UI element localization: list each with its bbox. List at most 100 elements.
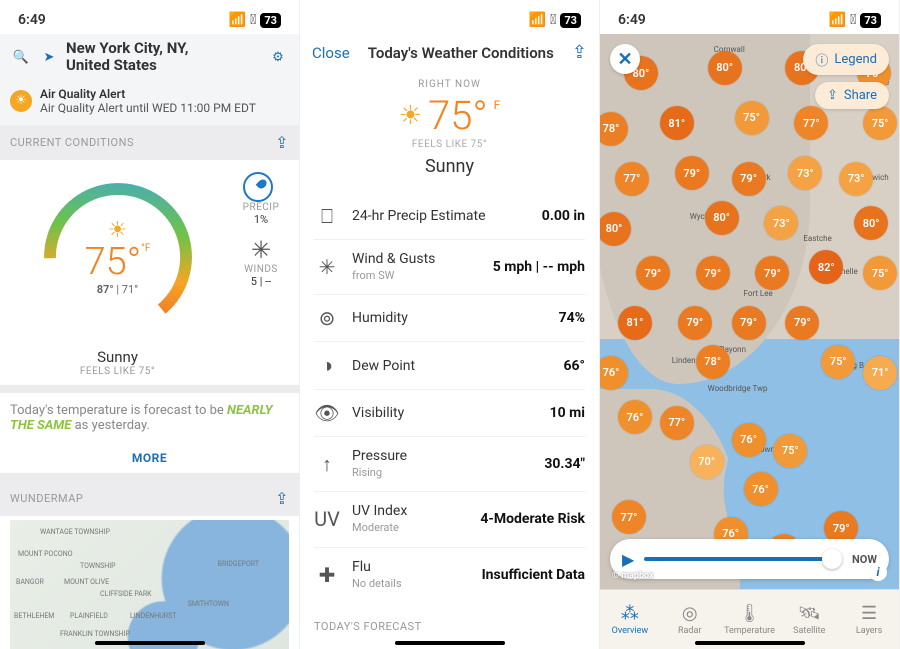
condition-name: Sunny bbox=[10, 348, 225, 366]
temperature-bubble[interactable]: 76° bbox=[744, 472, 778, 506]
right-now-label: RIGHT NOW bbox=[300, 79, 599, 90]
compass-icon: ✳︎ bbox=[244, 236, 278, 264]
tab-label: Overview bbox=[612, 626, 648, 636]
feels-like: FEELS LIKE 75° bbox=[10, 366, 225, 377]
wifi-icon: 􀙇 bbox=[850, 12, 856, 28]
detail-row-precip[interactable]: ⎕24-hr Precip Estimate0.00 in bbox=[314, 193, 585, 240]
detail-label: Visibility bbox=[352, 405, 538, 421]
precip-value: 1% bbox=[243, 213, 280, 226]
legend-button[interactable]: ⓘ Legend bbox=[803, 44, 889, 75]
detail-value: 0.00 in bbox=[542, 208, 585, 224]
winds-value: 5 | -- bbox=[244, 275, 278, 288]
today-forecast-header: TODAY'S FORECAST bbox=[300, 606, 599, 633]
temperature-bubble[interactable]: 77° bbox=[660, 406, 694, 440]
alert-title: Air Quality Alert bbox=[40, 87, 256, 101]
sun-icon: ☀ bbox=[108, 218, 128, 243]
temperature-bubble[interactable]: 79° bbox=[732, 306, 766, 340]
temperature-bubble[interactable]: 77° bbox=[615, 162, 649, 196]
detail-label: 24-hr Precip Estimate bbox=[352, 208, 530, 224]
signal-icon: 📶 bbox=[829, 12, 846, 28]
map-town-label: Fort Lee bbox=[744, 289, 773, 298]
detail-row-dewpoint[interactable]: ◑Dew Point66° bbox=[314, 342, 585, 390]
temperature-bubble[interactable]: 79° bbox=[732, 162, 766, 196]
temperature-bubble[interactable]: 81° bbox=[660, 106, 694, 140]
status-bar: 6:49 📶 􀙇 73 bbox=[0, 0, 299, 34]
temperature-bubble[interactable]: 75° bbox=[863, 106, 897, 140]
locate-icon[interactable]: ➤ bbox=[38, 50, 60, 65]
close-button[interactable]: ✕ bbox=[610, 44, 640, 74]
location-line2: United States bbox=[66, 57, 261, 74]
note-pre: Today's temperature is forecast to be bbox=[10, 403, 227, 418]
battery-icon: 73 bbox=[260, 13, 281, 28]
temperature-bubble[interactable]: 80° bbox=[600, 212, 631, 246]
detail-value: 5 mph | -- mph bbox=[493, 259, 585, 275]
temperature-bubble[interactable]: 75° bbox=[735, 101, 769, 135]
low-value: 71° bbox=[122, 283, 138, 296]
temperature-bubble[interactable]: 77° bbox=[612, 500, 646, 534]
uv-icon: UV bbox=[314, 507, 340, 531]
temperature-bubble[interactable]: 76° bbox=[732, 423, 766, 457]
temperature-icon: 🌡 bbox=[739, 604, 759, 624]
search-icon[interactable]: 🔍 bbox=[10, 50, 32, 65]
temperature-gauge: ☀ 75° °F 87° | 71° Sunny FEELS LIKE 75° bbox=[10, 172, 225, 377]
tab-overview[interactable]: ⁂Overview bbox=[600, 590, 660, 649]
detail-row-pressure[interactable]: ↑PressureRising30.34" bbox=[314, 437, 585, 492]
detail-list: ⎕24-hr Precip Estimate0.00 in✳︎Wind & Gu… bbox=[300, 189, 599, 606]
scrubber-knob[interactable] bbox=[822, 549, 842, 569]
share-icon[interactable]: ⇪ bbox=[275, 489, 289, 508]
alert-icon: ☀ bbox=[10, 90, 32, 112]
home-indicator[interactable] bbox=[95, 641, 205, 645]
temperature-bubble[interactable]: 75° bbox=[821, 345, 855, 379]
current-conditions-body[interactable]: ☀ 75° °F 87° | 71° Sunny FEELS LIKE 75° … bbox=[0, 160, 299, 385]
tab-layers[interactable]: ☰ Layers bbox=[839, 590, 899, 649]
temperature-bubble[interactable]: 71° bbox=[863, 356, 897, 390]
layers-icon: ☰ bbox=[859, 604, 879, 624]
detail-row-wind[interactable]: ✳︎Wind & Gustsfrom SW5 mph | -- mph bbox=[314, 240, 585, 295]
info-button[interactable]: i bbox=[869, 563, 887, 581]
temperature-bubble[interactable]: 80° bbox=[705, 201, 739, 235]
temperature-bubble[interactable]: 79° bbox=[678, 306, 712, 340]
settings-icon[interactable]: ⚙︎ bbox=[267, 50, 289, 65]
temperature-bubble[interactable]: 73° bbox=[839, 162, 873, 196]
temperature-bubble[interactable]: 79° bbox=[636, 256, 670, 290]
home-indicator[interactable] bbox=[695, 641, 805, 645]
detail-row-humidity[interactable]: ⊚Humidity74% bbox=[314, 295, 585, 342]
condition-name: Sunny bbox=[300, 156, 599, 177]
share-icon[interactable]: ⇪ bbox=[275, 133, 289, 152]
temperature-bubble[interactable]: 80° bbox=[708, 51, 742, 85]
signal-icon: 📶 bbox=[529, 12, 546, 28]
detail-row-uv[interactable]: UVUV IndexModerate4-Moderate Risk bbox=[314, 492, 585, 547]
detail-row-flu[interactable]: ✚FluNo detailsInsufficient Data bbox=[314, 548, 585, 602]
map-canvas[interactable]: CornwallRidgeNewarkGreenwichWyckDobbsEas… bbox=[600, 34, 899, 589]
tab-label: Layers bbox=[856, 626, 882, 636]
status-time: 6:49 bbox=[18, 12, 46, 28]
more-button[interactable]: MORE bbox=[0, 443, 299, 473]
winds-mini[interactable]: ✳︎ WINDS 5 | -- bbox=[244, 236, 278, 288]
play-icon[interactable]: ▶ bbox=[622, 550, 634, 569]
scrubber-track[interactable] bbox=[644, 557, 842, 561]
temperature-bubble[interactable]: 79° bbox=[675, 156, 709, 190]
home-indicator[interactable] bbox=[395, 641, 505, 645]
temperature-bubble[interactable]: 70° bbox=[690, 445, 724, 479]
precip-mini[interactable]: PRECIP 1% bbox=[243, 172, 280, 226]
temperature-bubble[interactable]: 78° bbox=[696, 345, 730, 379]
close-button[interactable]: Close bbox=[312, 44, 350, 62]
temperature-bubble[interactable]: 75° bbox=[773, 434, 807, 468]
share-button[interactable]: ⇪ Share bbox=[815, 82, 889, 109]
wundermap-thumbnail[interactable]: Wantage Township Mount Pocono Township B… bbox=[10, 520, 289, 649]
feels-like: FEELS LIKE 75° bbox=[300, 139, 599, 150]
humidity-icon: ⊚ bbox=[314, 306, 340, 330]
location-title[interactable]: New York City, NY, United States bbox=[66, 40, 261, 75]
share-icon[interactable]: ⇪ bbox=[572, 42, 587, 63]
status-right: 📶 􀙇 73 bbox=[529, 12, 581, 28]
temperature-bubble[interactable]: 76° bbox=[618, 400, 652, 434]
temperature-bubble[interactable]: 80° bbox=[854, 206, 888, 240]
temperature-bubble[interactable]: 75° bbox=[863, 256, 897, 290]
air-quality-alert[interactable]: ☀ Air Quality Alert Air Quality Alert un… bbox=[0, 81, 299, 125]
status-right: 📶 􀙇 73 bbox=[829, 12, 881, 28]
screen-weather-details: 📶 􀙇 73 Close Today's Weather Conditions … bbox=[300, 0, 600, 649]
temperature-bubble[interactable]: 79° bbox=[696, 256, 730, 290]
map-town-label: Woodbridge Twp bbox=[708, 384, 768, 393]
temperature-bubble[interactable]: 81° bbox=[618, 306, 652, 340]
detail-row-visibility[interactable]: 👁Visibility10 mi bbox=[314, 390, 585, 437]
